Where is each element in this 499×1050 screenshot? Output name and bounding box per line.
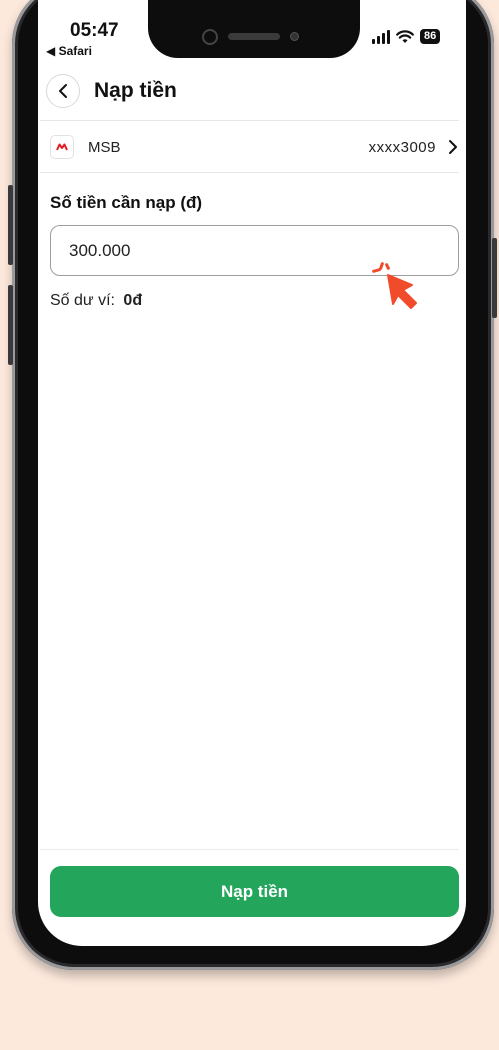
volume-button (8, 285, 13, 365)
notch (148, 0, 360, 58)
back-to-safari-link[interactable]: ◀ Safari (46, 44, 92, 58)
bank-name: MSB (88, 138, 121, 156)
proximity-sensor (290, 32, 299, 41)
status-time: 05:47 (70, 20, 119, 41)
wallet-balance: Số dư ví: 0đ (50, 292, 142, 310)
chevron-left-icon (59, 84, 67, 98)
page-title: Nạp tiền (94, 79, 177, 102)
click-pointer-icon (372, 262, 417, 309)
header-divider (40, 120, 459, 121)
balance-value: 0đ (123, 292, 143, 309)
bank-divider (40, 172, 459, 173)
header: Nạp tiền (46, 74, 177, 108)
msb-logo-icon (50, 135, 74, 159)
wifi-icon (396, 29, 414, 43)
status-indicators: 86 (372, 29, 441, 44)
earpiece-speaker (228, 33, 280, 40)
amount-label: Số tiền cần nạp (đ) (50, 193, 203, 212)
cellular-signal-icon (372, 29, 390, 44)
footer-divider (40, 849, 459, 850)
front-camera (202, 29, 218, 45)
chevron-right-icon (448, 139, 458, 155)
battery-indicator: 86 (420, 29, 441, 44)
back-button[interactable] (46, 74, 80, 108)
silent-switch (8, 185, 13, 265)
account-number: xxxx3009 (368, 138, 436, 156)
balance-label: Số dư ví: (50, 292, 115, 309)
power-button (492, 238, 497, 318)
bank-account-selector[interactable]: MSB xxxx3009 (50, 132, 458, 162)
deposit-button[interactable]: Nạp tiền (50, 866, 459, 917)
